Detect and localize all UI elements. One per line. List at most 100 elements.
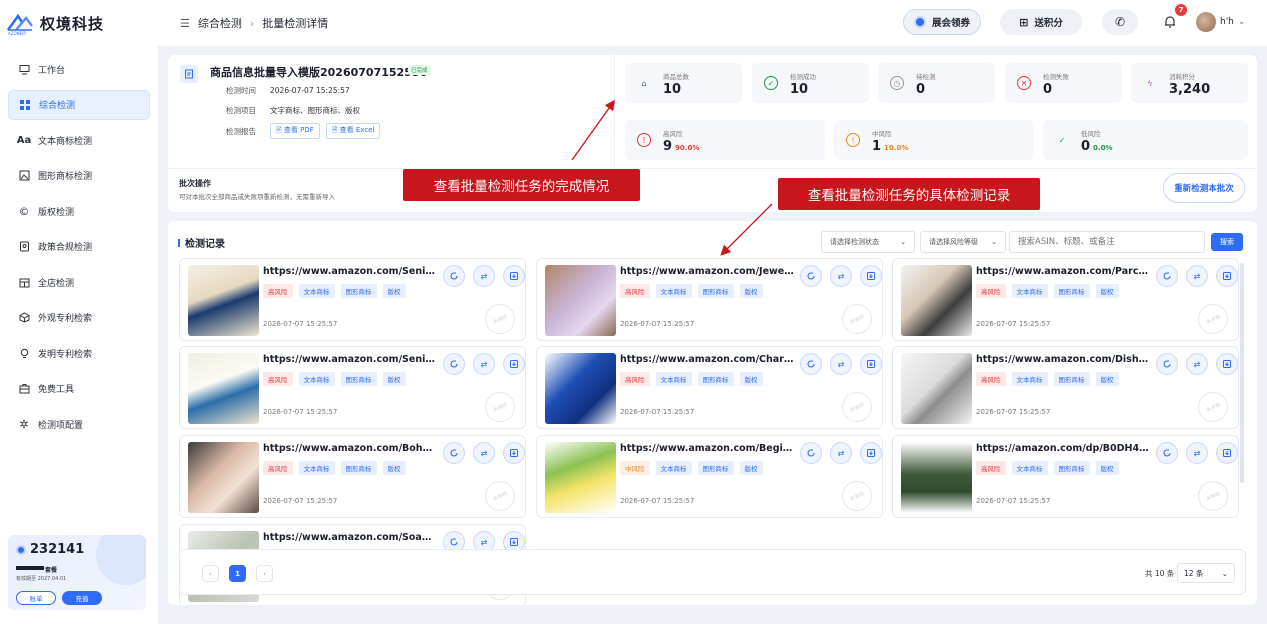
compare-icon[interactable]: ⇄ <box>830 442 852 464</box>
view-pdf-button[interactable]: 🗎 查看 PDF <box>270 123 320 139</box>
tag-copyright: 版权 <box>382 284 406 298</box>
record-time: 2026-07-07 15:25:57 <box>620 408 695 416</box>
sidebar-item-design-patent[interactable]: 外观专利检索 <box>8 303 150 333</box>
product-url[interactable]: https://www.amazon.com/Jewelry-Organizer… <box>620 266 795 277</box>
search-input[interactable] <box>1009 231 1205 253</box>
sidebar-item-image-trademark[interactable]: 图形商标检测 <box>8 161 150 191</box>
record-card[interactable]: https://www.amazon.com/Jewelry-Organizer… <box>536 258 883 341</box>
product-thumbnail[interactable] <box>901 353 972 424</box>
recheck-icon[interactable] <box>443 265 465 287</box>
recheck-icon[interactable] <box>443 442 465 464</box>
record-card[interactable]: https://www.amazon.com/Senior-Chair-Exer… <box>179 346 526 429</box>
compare-icon[interactable]: ⇄ <box>1186 353 1208 375</box>
sidebar-item-store[interactable]: 全店检测 <box>8 267 150 297</box>
product-thumbnail[interactable] <box>545 442 616 513</box>
product-url[interactable]: https://www.amazon.com/Senior-Sit-Stretc… <box>263 266 438 277</box>
recheck-icon[interactable] <box>800 353 822 375</box>
product-thumbnail[interactable] <box>545 353 616 424</box>
recheck-icon[interactable] <box>1156 265 1178 287</box>
view-excel-button[interactable]: 🗎 查看 Excel <box>325 123 381 139</box>
product-url[interactable]: https://www.amazon.com/Dishcloth-Kitchen… <box>976 354 1151 365</box>
prev-page-button[interactable]: ‹ <box>202 565 219 582</box>
compare-icon[interactable]: ⇄ <box>830 353 852 375</box>
product-url[interactable]: https://www.amazon.com/Soap-Dish-Holder <box>263 532 438 543</box>
download-icon[interactable] <box>860 353 882 375</box>
recheck-icon[interactable] <box>800 265 822 287</box>
product-thumbnail[interactable] <box>901 442 972 513</box>
sidebar-item-config[interactable]: ✲ 检测项配置 <box>8 409 150 439</box>
status-filter-select[interactable]: 请选择检测状态 ⌄ <box>821 231 915 253</box>
record-card[interactable]: https://www.amazon.com/Beginners-Chair-Y… <box>536 435 883 518</box>
record-card[interactable]: https://www.amazon.com/Dishcloth-Kitchen… <box>892 346 1239 429</box>
record-card[interactable]: https://www.amazon.com/Bohemian-Rings-Se… <box>179 435 526 518</box>
download-icon[interactable] <box>503 442 525 464</box>
tag-text-trademark: 文本商标 <box>655 284 692 298</box>
monitor-icon <box>18 63 30 75</box>
sidebar-item-policy[interactable]: 政策合规检测 <box>8 232 150 262</box>
scrollbar[interactable] <box>1240 263 1244 483</box>
product-url[interactable]: https://www.amazon.com/Senior-Chair-Exer… <box>263 354 438 365</box>
compare-icon[interactable]: ⇄ <box>1186 442 1208 464</box>
recheck-batch-button[interactable]: 重新检测本批次 <box>1163 173 1245 203</box>
sidebar-item-workbench[interactable]: 工作台 <box>8 54 150 84</box>
compare-icon[interactable]: ⇄ <box>1186 265 1208 287</box>
download-icon[interactable] <box>503 353 525 375</box>
sidebar-item-free-tools[interactable]: 免费工具 <box>8 374 150 404</box>
sidebar-item-comprehensive[interactable]: 综合检测 <box>8 89 150 120</box>
compare-icon[interactable]: ⇄ <box>473 265 495 287</box>
download-icon[interactable] <box>860 265 882 287</box>
product-thumbnail[interactable] <box>188 442 259 513</box>
record-time: 2026-07-07 15:25:57 <box>263 408 338 416</box>
points-gift-button[interactable]: ⊞ 送积分 <box>1000 9 1082 35</box>
download-icon[interactable] <box>860 442 882 464</box>
page-number[interactable]: 1 <box>229 565 246 582</box>
stat-pending: ◷ 待检测 0 <box>878 63 995 103</box>
product-thumbnail[interactable] <box>188 353 259 424</box>
product-thumbnail[interactable] <box>188 265 259 336</box>
product-url[interactable]: https://www.amazon.com/Parchment-Paper-L… <box>976 266 1151 277</box>
page-size-select[interactable]: 12 条 ⌄ <box>1177 563 1235 583</box>
record-card[interactable]: https://www.amazon.com/Parchment-Paper-L… <box>892 258 1239 341</box>
product-url[interactable]: https://amazon.com/dp/B0DH4FXXXX <box>976 443 1151 454</box>
product-url[interactable]: https://www.amazon.com/Beginners-Chair-Y… <box>620 443 795 454</box>
sidebar-item-invention-patent[interactable]: 发明专利检索 <box>8 338 150 368</box>
sidebar-item-text-trademark[interactable]: Aa 文本商标检测 <box>8 125 150 155</box>
recheck-icon[interactable] <box>443 353 465 375</box>
product-thumbnail[interactable] <box>901 265 972 336</box>
record-card[interactable]: https://www.amazon.com/Senior-Sit-Stretc… <box>179 258 526 341</box>
download-icon[interactable] <box>503 265 525 287</box>
recharge-button[interactable]: 充值 <box>62 591 102 605</box>
recheck-icon[interactable] <box>800 442 822 464</box>
recheck-icon[interactable] <box>1156 442 1178 464</box>
recheck-icon[interactable] <box>1156 353 1178 375</box>
sidebar-item-copyright[interactable]: © 版权检测 <box>8 196 150 226</box>
sidebar-item-label: 政策合规检测 <box>38 243 93 253</box>
breadcrumb-parent[interactable]: 综合检测 <box>198 15 242 31</box>
task-title: 商品信息批量导入模版20260707152556 <box>210 66 428 79</box>
compare-icon[interactable]: ⇄ <box>473 353 495 375</box>
risk-filter-select[interactable]: 请选择风险等级 ⌄ <box>920 231 1006 253</box>
product-url[interactable]: https://www.amazon.com/Bohemian-Rings-Se… <box>263 443 438 454</box>
store-icon <box>18 276 30 288</box>
tag-text-trademark: 文本商标 <box>298 372 335 386</box>
download-icon[interactable] <box>1216 265 1238 287</box>
product-thumbnail[interactable] <box>545 265 616 336</box>
record-card[interactable]: https://amazon.com/dp/B0DH4FXXXX ⇄ 高风险文本商标… <box>892 435 1239 518</box>
search-button[interactable]: 搜索 <box>1211 233 1243 251</box>
menu-icon[interactable]: ☰ <box>180 17 190 30</box>
download-icon[interactable] <box>1216 353 1238 375</box>
coupon-button[interactable]: 展会领券 <box>903 9 981 35</box>
compare-icon[interactable]: ⇄ <box>473 442 495 464</box>
user-menu[interactable]: h'h ⌄ <box>1196 12 1245 32</box>
record-card[interactable]: https://www.amazon.com/Charging-Cable-Fa… <box>536 346 883 429</box>
bill-button[interactable]: 账单 <box>16 591 56 605</box>
product-url[interactable]: https://www.amazon.com/Charging-Cable-Fa… <box>620 354 795 365</box>
risk-tags: 高风险文本商标图形商标版权 <box>976 372 1119 386</box>
download-icon[interactable] <box>1216 442 1238 464</box>
compare-icon[interactable]: ⇄ <box>830 265 852 287</box>
account-points: 232141 <box>16 542 84 557</box>
phone-button[interactable]: ✆ <box>1102 9 1138 35</box>
bulb-icon <box>18 347 30 359</box>
next-page-button[interactable]: › <box>256 565 273 582</box>
logo[interactable]: 权境科技 AZONEIP <box>6 12 104 36</box>
